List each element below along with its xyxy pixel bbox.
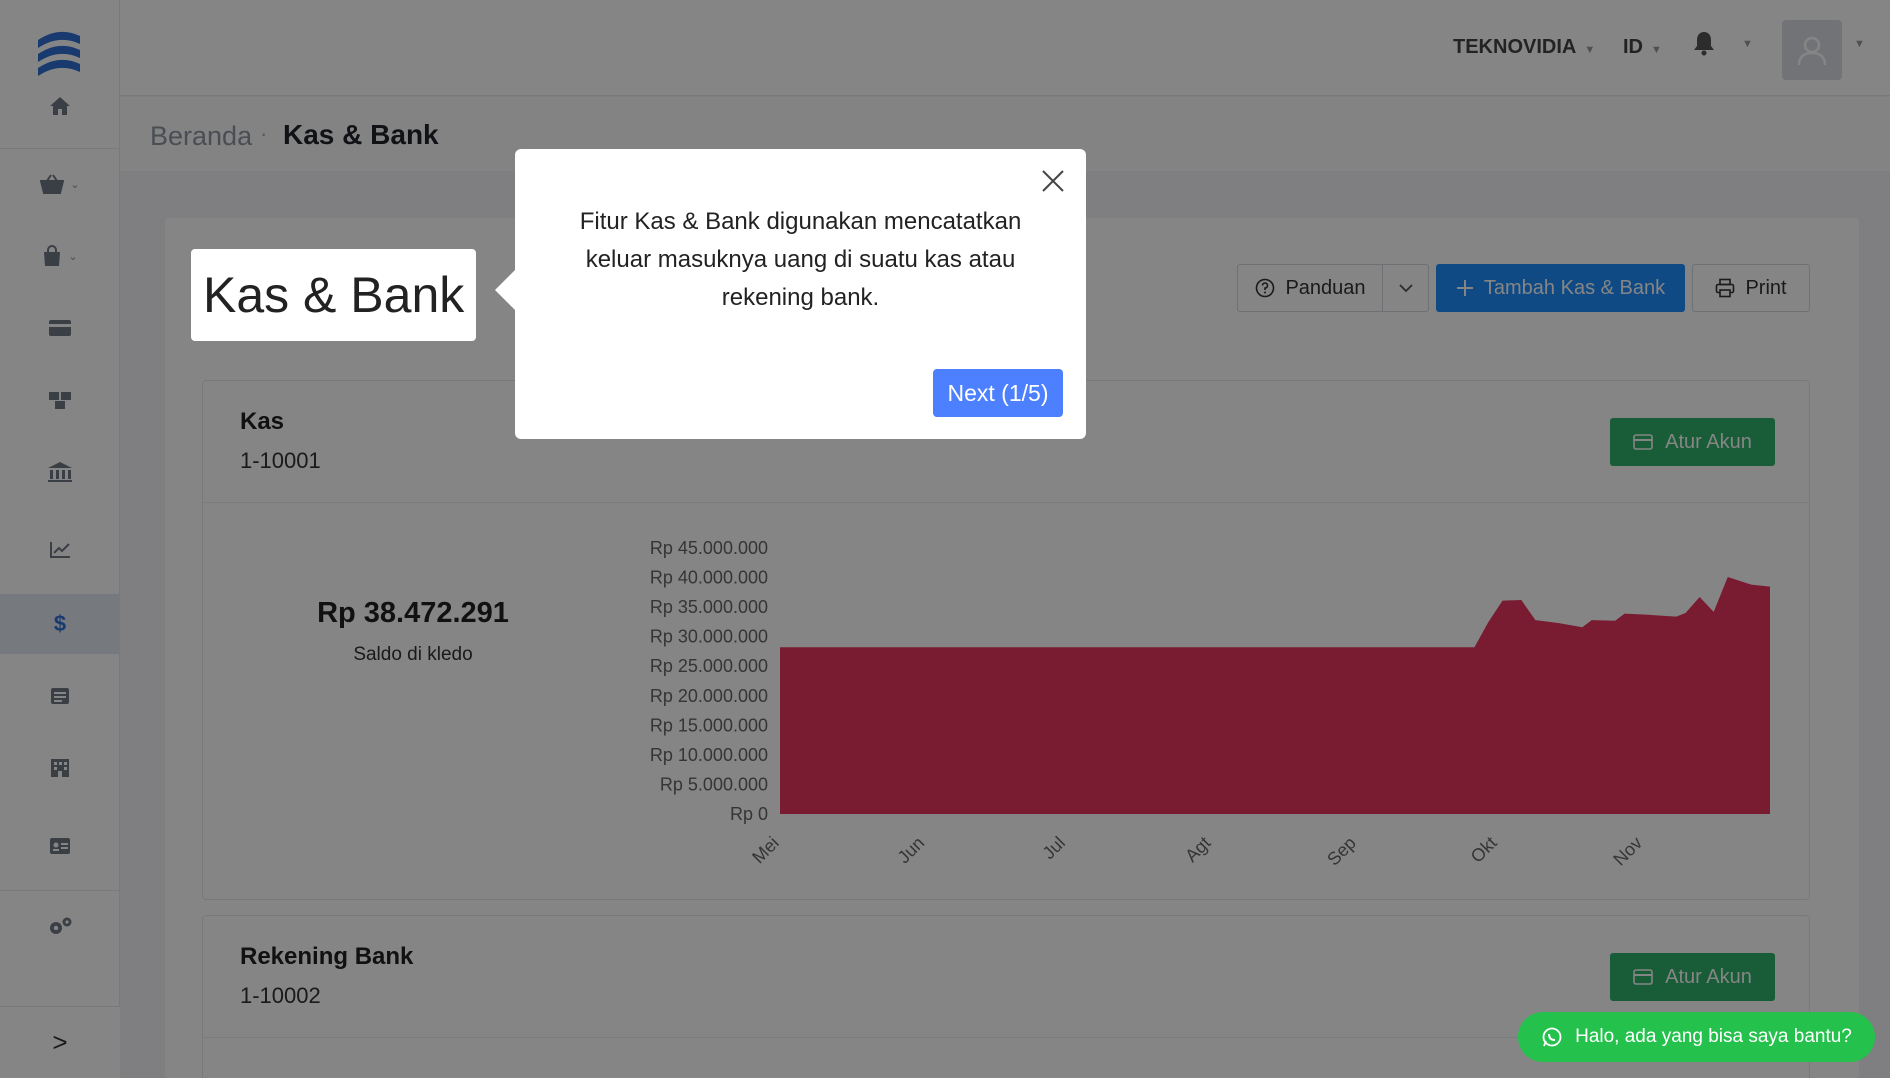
tour-description: Fitur Kas & Bank digunakan mencatatkan k… — [579, 208, 1022, 311]
whatsapp-icon — [1541, 1026, 1563, 1048]
tour-next-button[interactable]: Next (1/5) — [933, 369, 1063, 417]
popover-arrow — [495, 270, 515, 310]
tour-popover: Fitur Kas & Bank digunakan mencatatkan k… — [495, 149, 1086, 439]
close-icon[interactable] — [1039, 167, 1067, 195]
whatsapp-chat-button[interactable]: Halo, ada yang bisa saya bantu? — [1518, 1012, 1875, 1062]
page-title: Kas & Bank — [203, 267, 465, 323]
chat-label: Halo, ada yang bisa saya bantu? — [1575, 1026, 1852, 1047]
tour-highlight: Kas & Bank — [191, 249, 476, 341]
